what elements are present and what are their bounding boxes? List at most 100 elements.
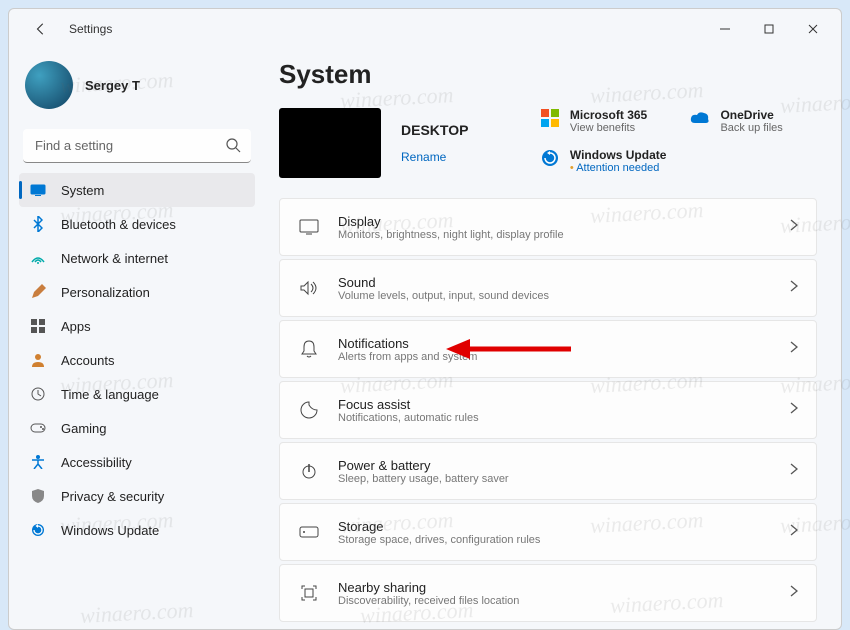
sidebar-item-update[interactable]: Windows Update: [19, 513, 255, 547]
row-display[interactable]: Display Monitors, brightness, night ligh…: [279, 198, 817, 256]
display-icon: [298, 216, 320, 238]
row-title: Notifications: [338, 336, 477, 351]
network-icon: [29, 249, 47, 267]
sidebar-item-label: Time & language: [61, 387, 159, 402]
row-sub: Monitors, brightness, night light, displ…: [338, 229, 564, 241]
update-icon: [540, 148, 560, 168]
chevron-right-icon: [790, 340, 798, 358]
sidebar-item-label: Privacy & security: [61, 489, 164, 504]
row-storage[interactable]: Storage Storage space, drives, configura…: [279, 503, 817, 561]
device-name: DESKTOP: [401, 122, 468, 138]
avatar: [25, 61, 73, 109]
promo-update[interactable]: Windows Update Attention needed: [540, 148, 667, 178]
chevron-right-icon: [790, 279, 798, 297]
sidebar-item-network[interactable]: Network & internet: [19, 241, 255, 275]
accessibility-icon: [29, 453, 47, 471]
promo-m365[interactable]: Microsoft 365 View benefits: [540, 108, 667, 138]
row-nearby[interactable]: Nearby sharing Discoverability, received…: [279, 564, 817, 622]
sidebar-item-label: Network & internet: [61, 251, 168, 266]
window-controls: [703, 14, 835, 44]
row-notifications[interactable]: Notifications Alerts from apps and syste…: [279, 320, 817, 378]
sidebar-item-bluetooth[interactable]: Bluetooth & devices: [19, 207, 255, 241]
sidebar-item-label: Windows Update: [61, 523, 159, 538]
close-button[interactable]: [791, 14, 835, 44]
minimize-button[interactable]: [703, 14, 747, 44]
sidebar-item-label: Personalization: [61, 285, 150, 300]
body: Sergey T System Bluetooth & devices Networ…: [9, 49, 841, 629]
row-text: Notifications Alerts from apps and syste…: [338, 336, 477, 363]
sidebar-item-label: Apps: [61, 319, 91, 334]
row-sub: Discoverability, received files location: [338, 595, 519, 607]
row-title: Power & battery: [338, 458, 509, 473]
sidebar-item-privacy[interactable]: Privacy & security: [19, 479, 255, 513]
power-icon: [298, 460, 320, 482]
row-title: Focus assist: [338, 397, 479, 412]
promo-grid: Microsoft 365 View benefits OneDrive Bac…: [540, 108, 817, 178]
row-text: Sound Volume levels, output, input, soun…: [338, 275, 549, 302]
hero: DESKTOP Rename Microsoft 365 View benefi…: [279, 108, 817, 178]
bluetooth-icon: [29, 215, 47, 233]
system-icon: [29, 181, 47, 199]
settings-rows: Display Monitors, brightness, night ligh…: [279, 198, 817, 622]
notifications-icon: [298, 338, 320, 360]
chevron-right-icon: [790, 462, 798, 480]
page-title: System: [279, 59, 817, 90]
sidebar-item-accounts[interactable]: Accounts: [19, 343, 255, 377]
promo-sub: Attention needed: [570, 162, 667, 174]
sidebar-item-system[interactable]: System: [19, 173, 255, 207]
search-row: [23, 129, 251, 163]
personalization-icon: [29, 283, 47, 301]
row-sound[interactable]: Sound Volume levels, output, input, soun…: [279, 259, 817, 317]
row-sub: Storage space, drives, configuration rul…: [338, 534, 540, 546]
chevron-right-icon: [790, 584, 798, 602]
row-title: Storage: [338, 519, 540, 534]
row-text: Nearby sharing Discoverability, received…: [338, 580, 519, 607]
row-focus[interactable]: Focus assist Notifications, automatic ru…: [279, 381, 817, 439]
row-sub: Notifications, automatic rules: [338, 412, 479, 424]
promo-title: OneDrive: [720, 108, 782, 122]
sidebar-item-label: Gaming: [61, 421, 107, 436]
promo-title: Microsoft 365: [570, 108, 647, 122]
maximize-button[interactable]: [747, 14, 791, 44]
sidebar-item-apps[interactable]: Apps: [19, 309, 255, 343]
back-button[interactable]: [27, 15, 55, 43]
promo-title: Windows Update: [570, 148, 667, 162]
settings-window: Settings Sergey T System Bluetooth & devi…: [8, 8, 842, 630]
sidebar-item-personalization[interactable]: Personalization: [19, 275, 255, 309]
focus-icon: [298, 399, 320, 421]
titlebar: Settings: [9, 9, 841, 49]
promo-sub: Back up files: [720, 122, 782, 134]
time-icon: [29, 385, 47, 403]
promo-sub: View benefits: [570, 122, 647, 134]
search-icon: [225, 137, 241, 158]
user-account[interactable]: Sergey T: [19, 49, 255, 125]
sidebar-item-label: Accessibility: [61, 455, 132, 470]
sound-icon: [298, 277, 320, 299]
row-text: Display Monitors, brightness, night ligh…: [338, 214, 564, 241]
row-sub: Sleep, battery usage, battery saver: [338, 473, 509, 485]
sidebar-item-label: Bluetooth & devices: [61, 217, 176, 232]
sidebar: Sergey T System Bluetooth & devices Networ…: [9, 49, 259, 629]
accounts-icon: [29, 351, 47, 369]
main-content: System DESKTOP Rename Microsoft 365 View…: [259, 49, 841, 629]
device-info: DESKTOP Rename: [401, 108, 468, 178]
row-text: Storage Storage space, drives, configura…: [338, 519, 540, 546]
sidebar-item-label: Accounts: [61, 353, 114, 368]
sidebar-item-accessibility[interactable]: Accessibility: [19, 445, 255, 479]
sidebar-item-time[interactable]: Time & language: [19, 377, 255, 411]
sidebar-item-label: System: [61, 183, 104, 198]
user-name: Sergey T: [85, 78, 140, 93]
chevron-right-icon: [790, 218, 798, 236]
rename-link[interactable]: Rename: [401, 150, 468, 164]
row-text: Power & battery Sleep, battery usage, ba…: [338, 458, 509, 485]
search-input[interactable]: [23, 129, 251, 163]
promo-onedrive[interactable]: OneDrive Back up files: [690, 108, 817, 138]
update-icon: [29, 521, 47, 539]
row-sub: Volume levels, output, input, sound devi…: [338, 290, 549, 302]
nearby-icon: [298, 582, 320, 604]
row-power[interactable]: Power & battery Sleep, battery usage, ba…: [279, 442, 817, 500]
chevron-right-icon: [790, 401, 798, 419]
sidebar-item-gaming[interactable]: Gaming: [19, 411, 255, 445]
privacy-icon: [29, 487, 47, 505]
app-title: Settings: [69, 22, 112, 36]
